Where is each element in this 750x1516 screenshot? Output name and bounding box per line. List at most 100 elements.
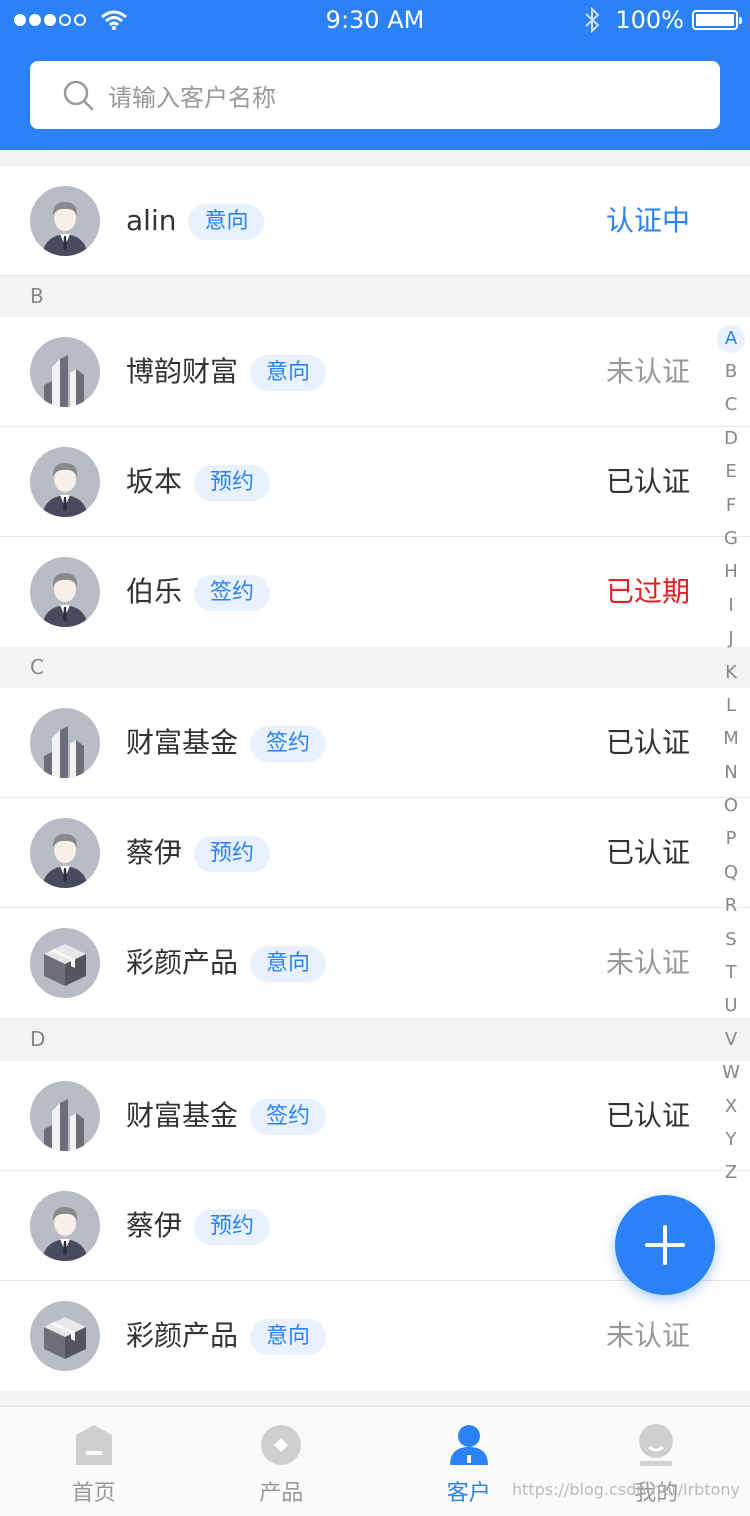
index-letter-h[interactable]: H — [716, 555, 746, 588]
add-customer-button[interactable] — [615, 1195, 715, 1295]
index-letter-e[interactable]: E — [716, 455, 746, 488]
tab-bar: 首页 产品 客户 我的 — [0, 1406, 750, 1516]
group-header: D — [0, 1018, 750, 1061]
index-letter-k[interactable]: K — [716, 656, 746, 689]
index-letter-t[interactable]: T — [716, 956, 746, 989]
tab-profile[interactable]: 我的 — [563, 1407, 750, 1516]
search-box[interactable]: 请输入客户名称 — [30, 61, 720, 129]
index-letter-r[interactable]: R — [716, 889, 746, 922]
index-letter-b[interactable]: B — [716, 355, 746, 388]
cert-status: 已认证 — [605, 1099, 690, 1132]
tab-label: 产品 — [259, 1481, 304, 1506]
index-letter-l[interactable]: L — [716, 689, 746, 722]
customer-name: 博韵财富 — [126, 355, 239, 388]
cert-status: 已认证 — [605, 726, 690, 759]
index-letter-c[interactable]: C — [716, 388, 746, 421]
customer-name: 蔡伊 — [126, 836, 183, 869]
index-letter-d[interactable]: D — [716, 422, 746, 455]
person-avatar-icon — [30, 186, 100, 256]
watermark: https://blog.csdn.net/lrbtony — [512, 1480, 740, 1499]
index-letter-z[interactable]: Z — [716, 1156, 746, 1189]
box-avatar-icon — [30, 1301, 100, 1371]
index-letter-u[interactable]: U — [716, 989, 746, 1022]
index-letter-i[interactable]: I — [716, 589, 746, 622]
index-letter-y[interactable]: Y — [716, 1123, 746, 1156]
building-avatar-icon — [30, 708, 100, 778]
index-letter-o[interactable]: O — [716, 789, 746, 822]
header-bar: 9:30 AM 100% 请输入客户名称 — [0, 0, 750, 150]
cert-status: 未认证 — [605, 355, 690, 388]
tab-home[interactable]: 首页 — [0, 1407, 188, 1516]
index-letter-p[interactable]: P — [716, 822, 746, 855]
customer-row[interactable]: 蔡伊 预约 已认证 — [0, 798, 750, 908]
tab-product[interactable]: 产品 — [188, 1407, 376, 1516]
cert-status: 认证中 — [605, 204, 690, 237]
building-avatar-icon — [30, 337, 100, 407]
intent-tag: 签约 — [250, 726, 327, 762]
customer-name: 蔡伊 — [126, 1209, 183, 1242]
group-header — [0, 150, 750, 166]
box-avatar-icon — [30, 928, 100, 998]
intent-tag: 签约 — [250, 1099, 327, 1135]
alphabet-index[interactable]: ABCDEFGHIJKLMNOPQRSTUVWXYZ — [716, 322, 746, 1190]
cert-status: 未认证 — [605, 946, 690, 979]
index-letter-m[interactable]: M — [716, 722, 746, 755]
index-letter-f[interactable]: F — [716, 489, 746, 522]
cert-status: 未认证 — [605, 1319, 690, 1352]
customer-name: 彩颜产品 — [126, 946, 239, 979]
cert-status: 已过期 — [605, 575, 690, 608]
index-letter-x[interactable]: X — [716, 1090, 746, 1123]
intent-tag: 意向 — [250, 1319, 327, 1355]
cert-status: 已认证 — [605, 465, 690, 498]
home-icon — [75, 1425, 112, 1465]
intent-tag: 意向 — [250, 355, 327, 391]
tab-label: 首页 — [71, 1481, 116, 1506]
customer-row[interactable]: 伯乐 签约 已过期 — [0, 537, 750, 647]
person-avatar-icon — [30, 557, 100, 627]
customer-name: 坂本 — [126, 465, 183, 498]
battery-percent: 100% — [615, 6, 684, 34]
index-letter-a[interactable]: A — [717, 325, 745, 353]
status-bar: 9:30 AM 100% — [0, 0, 750, 40]
group-header: C — [0, 647, 750, 688]
battery-icon — [692, 10, 742, 30]
profile-icon — [639, 1424, 674, 1466]
index-letter-s[interactable]: S — [716, 923, 746, 956]
search-input[interactable]: 请输入客户名称 — [108, 78, 276, 113]
tab-customer[interactable]: 客户 — [375, 1407, 563, 1516]
intent-tag: 意向 — [250, 946, 327, 982]
index-letter-g[interactable]: G — [716, 522, 746, 555]
customer-name: 伯乐 — [126, 575, 183, 608]
search-icon — [63, 80, 94, 111]
person-avatar-icon — [30, 818, 100, 888]
cert-status: 已认证 — [605, 836, 690, 869]
customer-row[interactable]: 彩颜产品 意向 未认证 — [0, 908, 750, 1018]
building-avatar-icon — [30, 1081, 100, 1151]
customer-row[interactable]: 彩颜产品 意向 未认证 — [0, 1281, 750, 1391]
customer-row[interactable]: 财富基金 签约 已认证 — [0, 1061, 750, 1171]
status-right: 100% — [581, 6, 742, 34]
bluetooth-icon — [585, 7, 600, 33]
index-letter-n[interactable]: N — [716, 756, 746, 789]
customer-icon — [449, 1425, 488, 1465]
product-icon — [261, 1425, 302, 1465]
person-avatar-icon — [30, 1191, 100, 1261]
customer-row[interactable]: alin 意向 认证中 — [0, 166, 750, 276]
customer-name: 彩颜产品 — [126, 1319, 239, 1352]
intent-tag: 预约 — [194, 836, 271, 872]
intent-tag: 预约 — [194, 1209, 271, 1245]
index-letter-q[interactable]: Q — [716, 856, 746, 889]
customer-row[interactable]: 博韵财富 意向 未认证 — [0, 317, 750, 427]
customer-row[interactable]: 财富基金 签约 已认证 — [0, 688, 750, 798]
customer-name: alin — [126, 204, 177, 237]
group-header: B — [0, 276, 750, 317]
index-letter-w[interactable]: W — [716, 1056, 746, 1089]
person-avatar-icon — [30, 447, 100, 517]
customer-row[interactable]: 坂本 预约 已认证 — [0, 427, 750, 537]
customer-name: 财富基金 — [126, 726, 239, 759]
intent-tag: 预约 — [194, 465, 271, 501]
intent-tag: 意向 — [188, 204, 265, 240]
index-letter-j[interactable]: J — [716, 622, 746, 655]
index-letter-v[interactable]: V — [716, 1023, 746, 1056]
customer-name: 财富基金 — [126, 1099, 239, 1132]
